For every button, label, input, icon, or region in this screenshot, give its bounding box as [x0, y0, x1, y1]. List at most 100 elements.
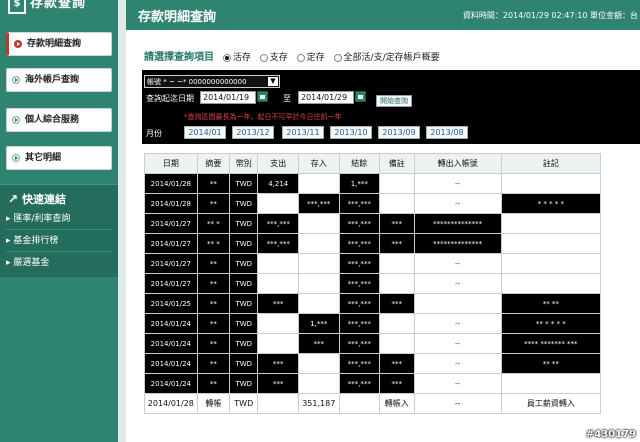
table-cell: ** — [196, 173, 231, 194]
table-cell: *** — [379, 233, 415, 254]
arrow-bullet-icon — [12, 154, 20, 162]
table-cell: ***,*** — [338, 253, 381, 274]
table-row: 2014/01/28 ** TWD 4,214 1,*** -- — [144, 173, 602, 194]
table-cell: ** — [196, 313, 231, 334]
radio-all-summary[interactable] — [333, 53, 342, 62]
table-cell: ** — [196, 273, 231, 294]
table-cell: ** — [196, 253, 231, 274]
table-cell: ** ** — [500, 293, 602, 314]
quick-links-panel: ↗ 快速連結 ▸ 匯率/利率查詢 ▸ 基金排行榜 ▸ 嚴選基金 — [0, 184, 118, 277]
start-date-input[interactable]: 2014/01/19 — [200, 91, 256, 104]
sidebar-item-other-detail[interactable]: 其它明細 — [6, 146, 112, 170]
sidebar-item-overseas-account[interactable]: 海外帳戶查詢 — [6, 68, 112, 92]
page-title: 存款明細查詢 — [138, 10, 217, 25]
quick-link-fund-ranking[interactable]: ▸ 基金排行榜 — [6, 231, 112, 252]
calendar-icon[interactable] — [355, 91, 366, 102]
table-cell: *** — [379, 293, 415, 314]
table-cell: *** — [257, 293, 299, 314]
table-cell: TWD — [229, 213, 259, 234]
month-button-2013-12[interactable]: 2013/12 — [232, 126, 274, 139]
sidebar-item-personal-service[interactable]: 個人綜合服務 — [6, 108, 112, 132]
sidebar-item-deposit-detail[interactable]: 存款明細查詢 — [6, 32, 112, 56]
table-cell — [257, 333, 299, 354]
table-cell — [379, 273, 415, 294]
quick-link-rates[interactable]: ▸ 匯率/利率查詢 — [6, 209, 112, 230]
month-button-2014-01[interactable]: 2014/01 — [184, 126, 226, 139]
sidebar-item-label: 海外帳戶查詢 — [25, 75, 80, 85]
start-query-button[interactable]: 開始查詢 — [376, 95, 412, 107]
col-account-header: 轉出入帳號 — [413, 153, 502, 174]
table-cell — [298, 353, 340, 374]
table-cell — [379, 173, 415, 194]
table-cell — [298, 253, 340, 274]
table-cell — [500, 373, 602, 394]
table-cell: -- — [413, 193, 502, 214]
calendar-icon[interactable] — [257, 91, 268, 102]
table-body: 2014/01/28 ** TWD 4,214 1,*** -- 2014/01/28 ** T… — [144, 173, 602, 414]
end-date-input[interactable]: 2014/01/29 — [298, 91, 354, 104]
table-cell: ***,*** — [338, 353, 381, 374]
sidebar-item-label: 個人綜合服務 — [25, 115, 80, 125]
app-logo: $ 存款查詢 — [0, 0, 118, 20]
sidebar-item-label: 其它明細 — [25, 153, 62, 163]
table-cell: 轉帳 — [196, 393, 231, 414]
table-cell: 351,187 — [298, 393, 340, 414]
table-cell: ** — [196, 193, 231, 214]
external-link-icon: ↗ — [8, 192, 19, 206]
table-cell — [257, 313, 299, 334]
table-row: 2014/01/25 ** TWD *** ***,*** *** ** ** — [144, 293, 602, 314]
table-cell: TWD — [229, 373, 259, 394]
table-cell: -- — [413, 333, 502, 354]
col-currency-header: 幣別 — [229, 153, 259, 174]
account-select[interactable]: 帳號 * ~ ~* 0000000000000 ▼ — [144, 75, 280, 88]
date-to-label: 至 — [283, 94, 291, 103]
table-cell: 2014/01/24 — [144, 373, 198, 394]
table-cell: 2014/01/28 — [144, 393, 198, 414]
table-cell — [298, 233, 340, 254]
table-cell: 2014/01/28 — [144, 173, 198, 194]
quick-link-selected-funds[interactable]: ▸ 嚴選基金 — [6, 253, 112, 273]
table-cell — [298, 173, 340, 194]
table-cell: TWD — [229, 313, 259, 334]
table-cell — [379, 193, 415, 214]
table-cell: -- — [413, 173, 502, 194]
month-label: 月份 — [146, 129, 162, 138]
table-row: 2014/01/28 ** TWD ***,*** ***,*** -- * * * * * — [144, 193, 602, 214]
table-cell — [298, 373, 340, 394]
table-row: 2014/01/24 ** TWD *** ***,*** *** -- — [144, 373, 602, 394]
table-cell: ***,*** — [257, 213, 299, 234]
page-header: 存款明細查詢 資料時間：2014/01/29 02:47:10 單位金額：台 — [126, 0, 640, 30]
image-watermark: #430179 — [585, 429, 636, 440]
data-time-info: 資料時間：2014/01/29 02:47:10 單位金額：台 — [462, 11, 638, 20]
table-cell: 2014/01/24 — [144, 333, 198, 354]
table-cell — [379, 313, 415, 334]
table-cell: -- — [413, 353, 502, 374]
table-cell: TWD — [229, 273, 259, 294]
table-cell: TWD — [229, 193, 259, 214]
query-note: *查詢區間最長為一年，起日不可早於今日往前一年 — [184, 113, 342, 121]
table-row: 2014/01/24 ** TWD *** ***,*** -- **** ******* … — [144, 333, 602, 354]
month-button-2013-11[interactable]: 2013/11 — [282, 126, 324, 139]
chevron-down-icon: ▼ — [268, 77, 278, 86]
table-cell: 4,214 — [257, 173, 299, 194]
radio-time-deposit[interactable] — [296, 53, 305, 62]
table-cell — [298, 213, 340, 234]
table-cell: 2014/01/27 — [144, 233, 198, 254]
radio-checking[interactable] — [259, 53, 268, 62]
table-cell — [257, 393, 299, 414]
month-button-2013-08[interactable]: 2013/08 — [426, 126, 468, 139]
table-row: 2014/01/27 ** * TWD ***,*** ***,*** *** ******… — [144, 213, 602, 234]
table-cell — [379, 253, 415, 274]
radio-demand-deposit[interactable] — [222, 53, 231, 62]
table-cell — [500, 213, 602, 234]
table-cell: *** — [379, 213, 415, 234]
table-cell: TWD — [229, 173, 259, 194]
month-button-2013-10[interactable]: 2013/10 — [330, 126, 372, 139]
table-cell: ** — [196, 353, 231, 374]
table-cell: **** ******* *** — [500, 333, 602, 354]
table-cell: ***,*** — [338, 313, 381, 334]
table-cell: ************** — [413, 213, 502, 234]
month-button-2013-09[interactable]: 2013/09 — [378, 126, 420, 139]
col-withdrawal-header: 支出 — [257, 153, 299, 174]
col-date-header[interactable]: 日期 — [144, 153, 198, 174]
